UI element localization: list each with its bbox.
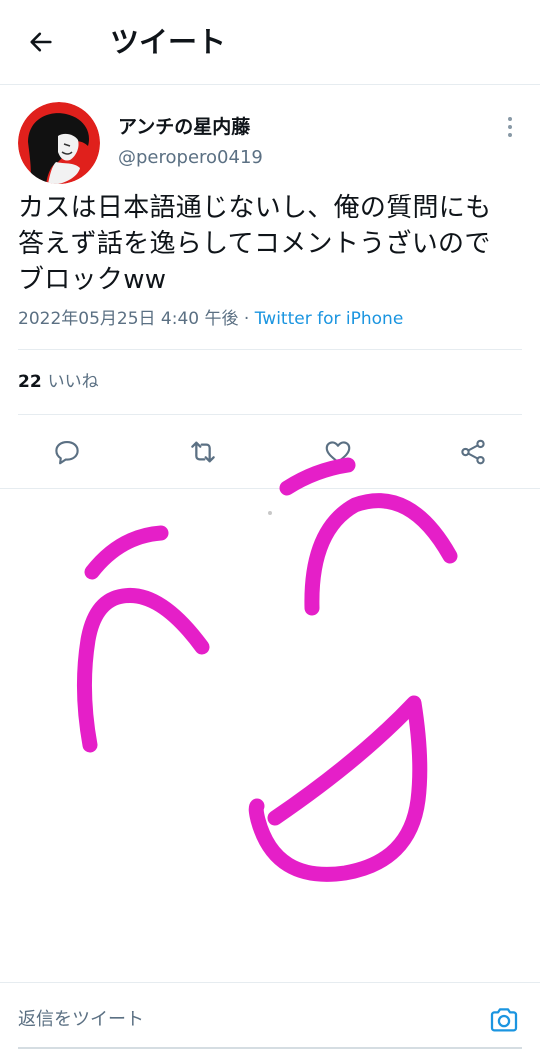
like-label: いいね xyxy=(47,372,99,392)
camera-button[interactable] xyxy=(484,1000,524,1040)
username[interactable]: @peropero0419 xyxy=(118,146,263,170)
page-title: ツイート xyxy=(110,25,227,59)
drawing-stroke xyxy=(248,695,428,882)
reply-input[interactable]: 返信をツイート xyxy=(18,1007,144,1033)
drawing-stroke xyxy=(279,457,356,496)
face-drawing xyxy=(76,457,458,882)
display-name[interactable]: アンチの星内藤 xyxy=(118,114,250,140)
avatar-image xyxy=(18,102,100,184)
divider xyxy=(0,982,540,983)
tweet-text-line: ブロックww xyxy=(18,265,167,295)
divider xyxy=(18,349,522,350)
reply-underline xyxy=(18,1047,522,1049)
drawing-stroke xyxy=(304,493,458,616)
tweet-text-line: カスは日本語通じないし、俺の質問にも xyxy=(18,193,492,223)
arrow-left-icon xyxy=(30,32,52,52)
drawing-dot xyxy=(268,511,272,515)
tweet-meta: 2022年05月25日 4:40 午後 · Twitter for iPhone xyxy=(18,306,403,332)
more-vertical-icon xyxy=(508,117,512,137)
tweet-text: カスは日本語通じないし、俺の質問にも 答えず話を逸らしてコメントうざいので ブロ… xyxy=(18,190,528,298)
header-bar: ツイート xyxy=(0,0,540,85)
like-count: 22 xyxy=(18,372,42,392)
likes-stat[interactable]: 22 いいね xyxy=(18,369,99,395)
tweet-text-line: 答えず話を逸らしてコメントうざいので xyxy=(18,229,491,259)
more-options-button[interactable] xyxy=(498,112,522,142)
tweet-timestamp[interactable]: 2022年05月25日 4:40 午後 xyxy=(18,309,239,329)
camera-icon xyxy=(490,1008,518,1032)
drawing-stroke xyxy=(76,587,210,753)
back-button[interactable] xyxy=(18,22,64,62)
divider xyxy=(18,414,522,415)
meta-separator: · xyxy=(238,309,255,329)
drawing-stroke xyxy=(84,525,169,580)
avatar[interactable] xyxy=(18,102,100,184)
tweet-source[interactable]: Twitter for iPhone xyxy=(255,309,404,329)
